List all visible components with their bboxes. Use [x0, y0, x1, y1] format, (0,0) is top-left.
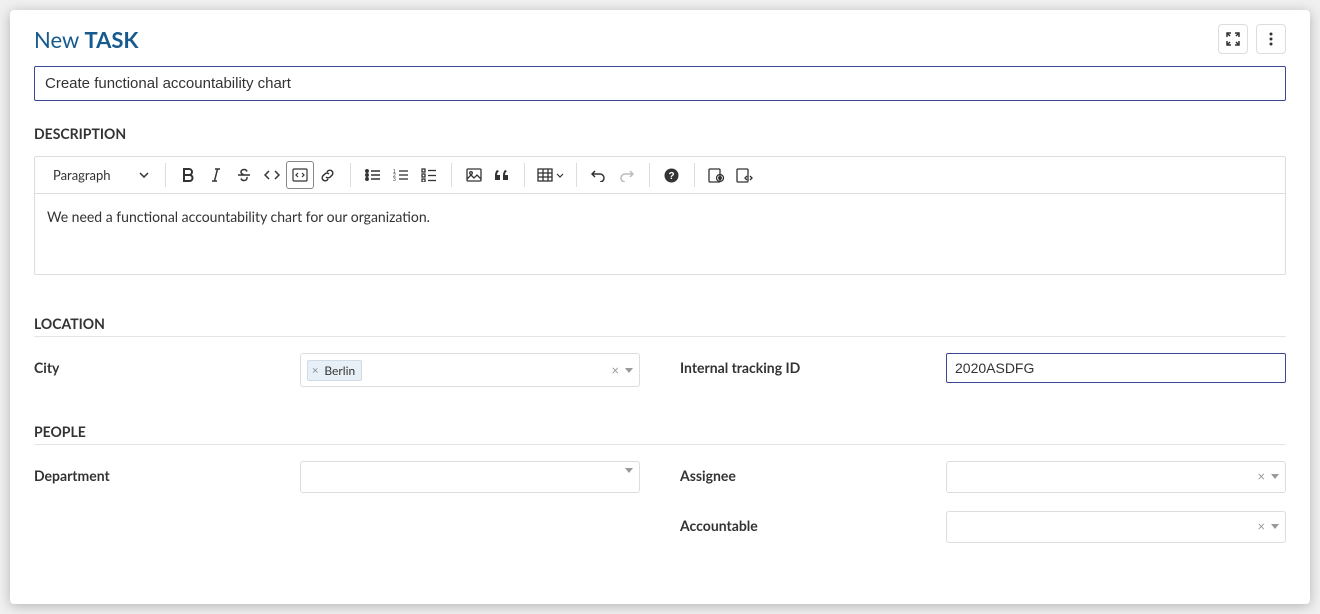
chevron-down-icon	[556, 173, 564, 178]
source-button[interactable]	[731, 161, 759, 189]
caret-down-icon[interactable]	[1271, 474, 1279, 479]
department-label: Department	[34, 461, 284, 484]
preview-button[interactable]	[703, 161, 731, 189]
title-task: TASK	[84, 26, 138, 53]
caret-down-icon[interactable]	[625, 368, 633, 373]
chevron-down-icon	[139, 172, 149, 178]
assignee-select[interactable]: ×	[946, 461, 1286, 493]
table-button[interactable]	[533, 161, 568, 189]
undo-button[interactable]	[585, 161, 613, 189]
tracking-id-input[interactable]	[946, 353, 1286, 383]
department-select[interactable]	[300, 461, 640, 493]
expand-icon	[1226, 32, 1240, 46]
block-format-select[interactable]: Paragraph	[45, 163, 157, 187]
image-button[interactable]	[460, 161, 488, 189]
description-section: DESCRIPTION Paragraph	[34, 125, 1286, 275]
city-select[interactable]: × Berlin ×	[300, 353, 640, 387]
tag-remove-icon[interactable]: ×	[312, 364, 318, 377]
people-heading: PEOPLE	[34, 423, 1286, 445]
numbered-list-button[interactable]: 123	[387, 161, 415, 189]
description-heading: DESCRIPTION	[34, 125, 1286, 146]
city-tag: × Berlin	[307, 360, 362, 381]
bullet-list-button[interactable]	[359, 161, 387, 189]
fullscreen-button[interactable]	[1218, 24, 1248, 54]
city-label: City	[34, 353, 284, 376]
link-icon	[320, 168, 335, 183]
preview-icon	[708, 168, 725, 183]
editor-textarea[interactable]: We need a functional accountability char…	[35, 194, 1285, 274]
help-button[interactable]: ?	[658, 161, 686, 189]
modal-title: New TASK	[34, 26, 139, 53]
location-heading: LOCATION	[34, 315, 1286, 337]
numbered-list-icon: 123	[393, 168, 409, 182]
task-title-input[interactable]	[34, 66, 1286, 101]
table-icon	[537, 168, 553, 182]
strikethrough-button[interactable]	[230, 161, 258, 189]
code-block-button[interactable]	[286, 161, 314, 189]
code-block-icon	[292, 168, 308, 182]
kebab-icon	[1269, 32, 1273, 46]
undo-icon	[591, 168, 606, 182]
new-task-modal: New TASK DESCRIPTION	[10, 10, 1310, 604]
redo-button[interactable]	[613, 161, 641, 189]
title-new: New	[34, 26, 79, 53]
tag-label: Berlin	[324, 363, 355, 378]
rich-text-editor: Paragraph	[34, 156, 1286, 275]
italic-button[interactable]	[202, 161, 230, 189]
tracking-id-label: Internal tracking ID	[680, 353, 930, 376]
block-format-label: Paragraph	[53, 167, 111, 183]
caret-down-icon[interactable]	[1271, 524, 1279, 529]
caret-down-icon[interactable]	[625, 468, 633, 473]
help-icon: ?	[664, 168, 679, 183]
quote-icon	[495, 169, 509, 181]
header-actions	[1218, 24, 1286, 54]
task-list-button[interactable]	[415, 161, 443, 189]
link-button[interactable]	[314, 161, 342, 189]
task-list-icon	[421, 168, 437, 182]
inline-code-button[interactable]	[258, 161, 286, 189]
clear-icon[interactable]: ×	[1257, 518, 1265, 534]
clear-icon[interactable]: ×	[611, 362, 619, 378]
more-actions-button[interactable]	[1256, 24, 1286, 54]
strikethrough-icon	[237, 168, 251, 182]
blockquote-button[interactable]	[488, 161, 516, 189]
modal-header: New TASK	[10, 10, 1310, 62]
bullet-list-icon	[365, 168, 381, 182]
bold-icon	[181, 168, 195, 182]
editor-toolbar: Paragraph	[35, 157, 1285, 194]
accountable-select[interactable]: ×	[946, 511, 1286, 543]
people-section: PEOPLE Department Assignee	[34, 423, 1286, 543]
editor-content: We need a functional accountability char…	[47, 208, 430, 225]
image-icon	[466, 168, 482, 182]
modal-body: DESCRIPTION Paragraph	[10, 62, 1310, 603]
location-section: LOCATION City × Berlin ×	[34, 315, 1286, 387]
source-icon	[736, 168, 753, 183]
svg-text:3: 3	[393, 177, 396, 182]
bold-button[interactable]	[174, 161, 202, 189]
italic-icon	[209, 168, 223, 182]
accountable-label: Accountable	[680, 511, 930, 534]
assignee-label: Assignee	[680, 461, 930, 484]
svg-text:?: ?	[668, 171, 674, 182]
code-icon	[264, 168, 280, 182]
clear-icon[interactable]: ×	[1257, 468, 1265, 484]
redo-icon	[619, 168, 634, 182]
